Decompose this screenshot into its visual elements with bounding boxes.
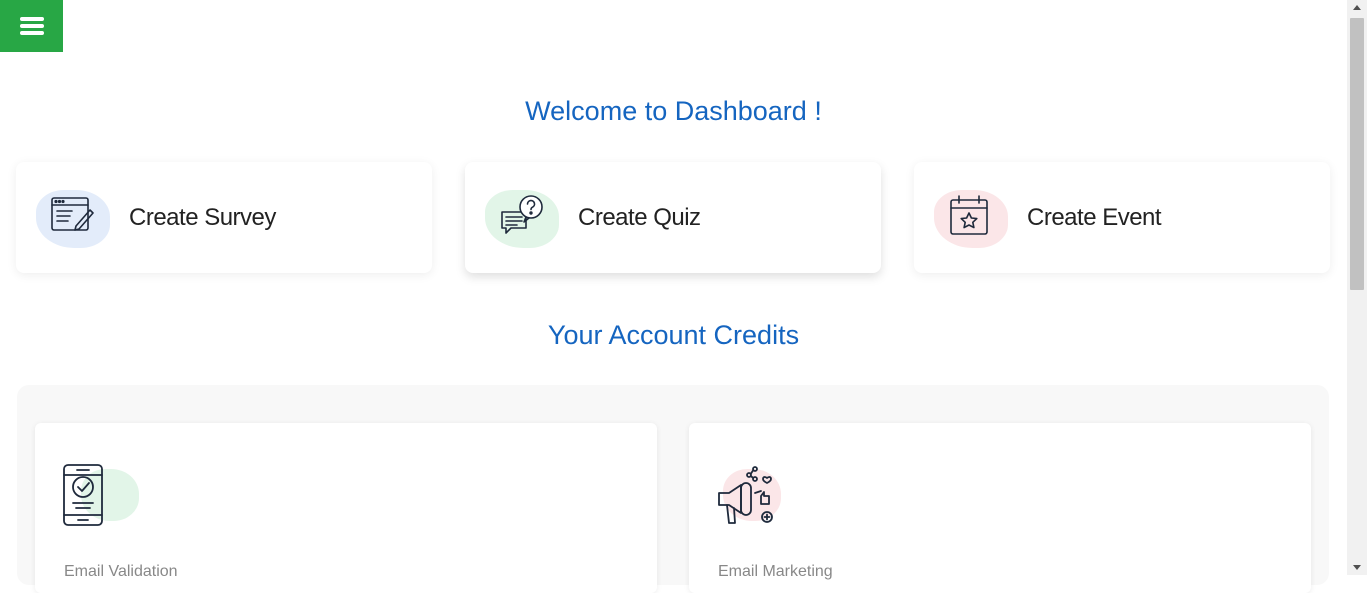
credits-section-title: Your Account Credits [547,320,800,350]
create-survey-card[interactable]: Create Survey [16,162,432,273]
create-survey-label: Create Survey [129,203,276,231]
create-event-card[interactable]: Create Event [914,162,1330,273]
scroll-thumb[interactable] [1350,18,1364,290]
scroll-down-arrow-icon[interactable] [1353,565,1361,570]
create-event-label: Create Event [1027,203,1162,231]
menu-toggle-button[interactable] [0,0,63,52]
hamburger-menu-icon [19,14,44,38]
email-marketing-label: Email Marketing [718,563,833,580]
phone-check-icon [61,463,151,533]
quiz-question-icon [485,186,561,250]
email-marketing-card[interactable]: Email Marketing [689,423,1311,593]
page-title: Welcome to Dashboard ! [525,96,822,126]
create-quiz-card[interactable]: Create Quiz [465,162,881,273]
email-validation-label: Email Validation [64,563,178,580]
email-validation-card[interactable]: Email Validation [35,423,657,593]
vertical-scrollbar[interactable] [1347,0,1367,575]
scroll-up-arrow-icon[interactable] [1353,5,1361,10]
create-quiz-label: Create Quiz [578,203,701,231]
megaphone-social-icon [715,463,805,533]
event-calendar-icon [934,186,1010,250]
survey-form-icon [36,186,112,250]
